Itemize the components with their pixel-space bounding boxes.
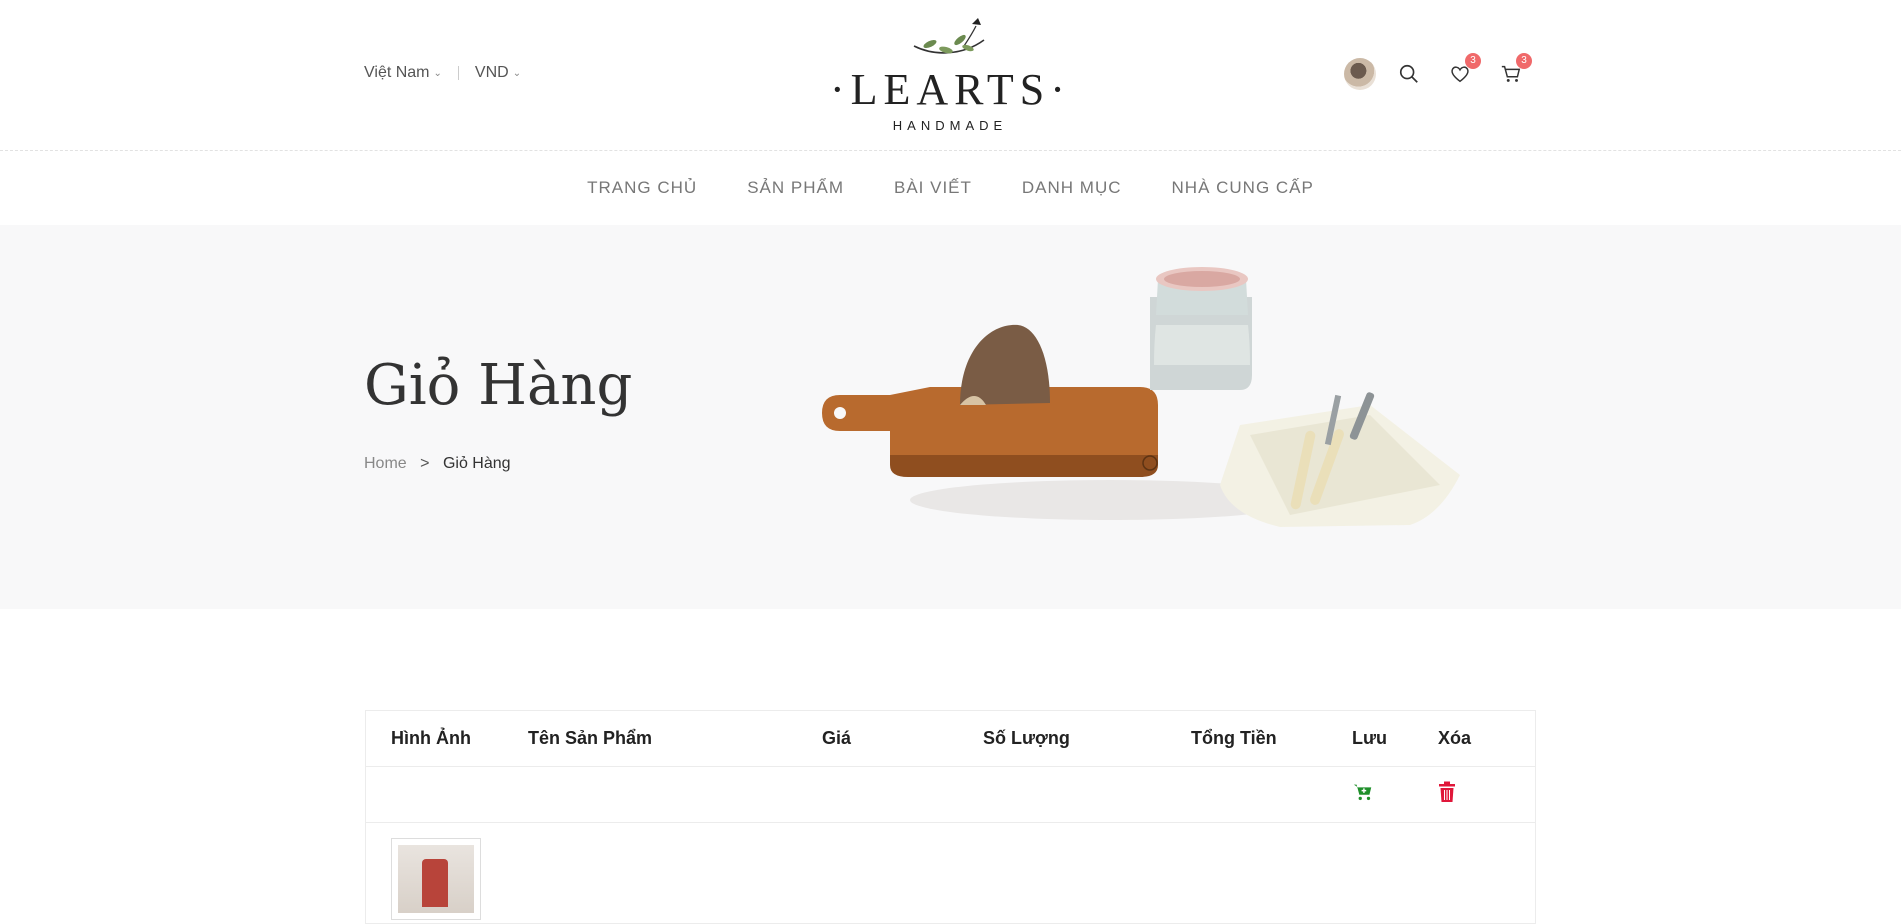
top-header: Việt Nam ⌄ VND ⌄ ·LEARTS· HANDMADE 3 3 [0,0,1901,151]
product-image [422,859,448,907]
col-delete: Xóa [1438,728,1472,748]
product-thumbnail[interactable] [391,838,481,920]
header-actions: 3 3 [1344,53,1549,90]
col-name: Tên Sản Phẩm [528,728,653,748]
breadcrumb: Home > Giỏ Hàng [364,455,511,473]
divider [457,66,459,80]
leaf-logo-icon [913,18,985,54]
cart-plus-icon [1353,784,1372,801]
site-logo[interactable]: ·LEARTS· HANDMADE [830,18,1070,136]
avatar[interactable] [1344,58,1376,90]
col-save: Lưu [1352,728,1388,748]
delete-button[interactable] [1438,781,1456,803]
nav-item-categories[interactable]: DANH MỤC [1022,178,1122,198]
region-label: Việt Nam [364,64,430,81]
nav-item-home[interactable]: TRANG CHỦ [587,178,697,198]
main-navigation: TRANG CHỦ SẢN PHẨM BÀI VIẾT DANH MỤC NHÀ… [0,151,1901,225]
page-banner: Giỏ Hàng Home > Giỏ Hàng [0,225,1901,609]
breadcrumb-home-link[interactable]: Home [364,455,407,472]
cart-count-badge: 3 [1516,53,1532,69]
currency-select[interactable]: VND ⌄ [475,64,521,82]
breadcrumb-current: Giỏ Hàng [442,455,511,472]
table-header: Hình Ảnh Tên Sản Phẩm Giá Số Lượng Tổng … [366,711,1535,767]
locale-switcher: Việt Nam ⌄ VND ⌄ [364,64,521,82]
table-row [366,823,1535,924]
trash-icon [1439,781,1455,802]
chevron-down-icon: ⌄ [433,67,442,79]
page-title: Giỏ Hàng [364,353,633,418]
search-icon [1399,64,1418,83]
currency-label: VND [474,64,509,81]
chevron-down-icon: ⌄ [512,67,522,79]
cart-button[interactable]: 3 [1498,53,1532,87]
col-quantity: Số Lượng [983,728,1070,748]
col-image: Hình Ảnh [391,728,471,748]
breadcrumb-separator: > [420,455,430,472]
nav-item-suppliers[interactable]: NHÀ CUNG CẤP [1172,178,1314,198]
col-price: Giá [822,728,852,748]
cart-table: Hình Ảnh Tên Sản Phẩm Giá Số Lượng Tổng … [365,710,1536,924]
wishlist-button[interactable]: 3 [1447,53,1481,87]
nav-item-products[interactable]: SẢN PHẨM [747,178,844,198]
wishlist-count-badge: 3 [1465,53,1481,69]
save-for-later-button[interactable] [1352,781,1374,803]
search-button[interactable] [1396,61,1422,87]
region-select[interactable]: Việt Nam ⌄ [364,64,442,82]
logo-subtitle: HANDMADE [892,118,1008,133]
table-row [366,767,1535,823]
banner-illustration [822,267,1460,527]
logo-wordmark: ·LEARTS· [830,65,1071,114]
col-total: Tổng Tiền [1191,728,1277,748]
nav-item-blog[interactable]: BÀI VIẾT [894,178,972,198]
